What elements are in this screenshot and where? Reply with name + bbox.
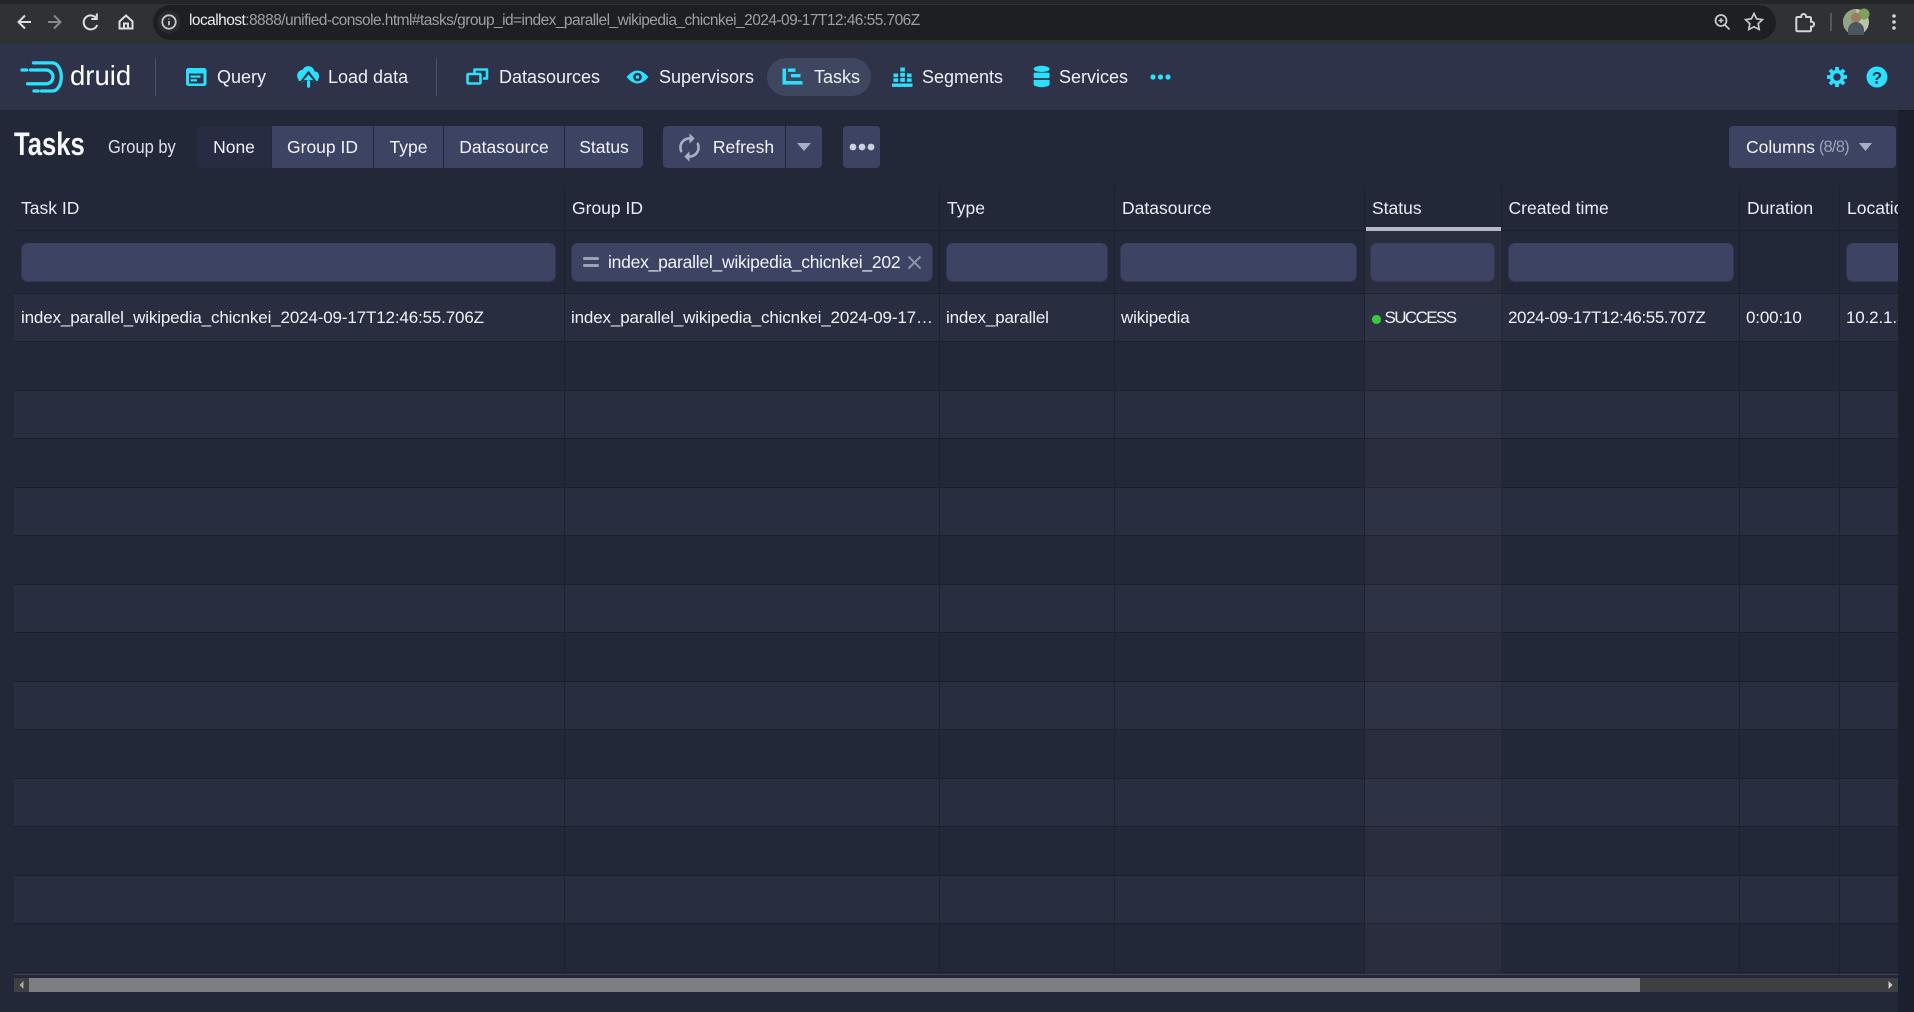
svg-text:druid: druid: [70, 60, 131, 91]
svg-text:?: ?: [1872, 69, 1882, 88]
